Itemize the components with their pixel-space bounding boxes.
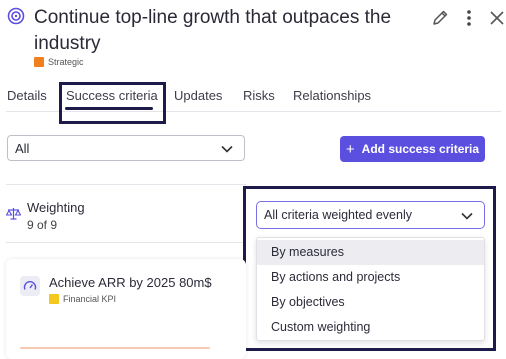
scale-icon	[6, 206, 21, 221]
criteria-tag-label: Financial KPI	[63, 294, 117, 304]
page-title: Continue top-line growth that outpaces t…	[34, 7, 392, 54]
category-tag-label: Strategic	[48, 57, 84, 67]
add-success-criteria-label: Add success criteria	[361, 142, 480, 156]
kpi-color-swatch	[49, 294, 59, 304]
tab-updates[interactable]: Updates	[174, 88, 222, 103]
tab-details[interactable]: Details	[7, 88, 47, 103]
target-icon	[7, 7, 25, 25]
highlight-frame-weighting	[243, 186, 496, 351]
tab-relationships[interactable]: Relationships	[293, 88, 371, 103]
section-divider	[6, 242, 246, 243]
plus-icon: +	[345, 140, 355, 158]
highlight-frame-tab	[59, 82, 166, 124]
weighting-count: 9 of 9	[27, 218, 58, 232]
criteria-card[interactable]	[6, 259, 246, 359]
pencil-icon[interactable]	[430, 8, 450, 28]
category-tag: Strategic	[34, 56, 84, 68]
filter-select-value: All	[15, 141, 30, 156]
category-color-swatch	[34, 57, 44, 67]
criteria-progress-bar	[20, 347, 210, 349]
criteria-title: Achieve ARR by 2025 80m$	[49, 275, 212, 290]
gauge-icon	[20, 276, 40, 296]
section-divider	[6, 184, 246, 185]
criteria-tag: Financial KPI	[49, 293, 116, 305]
add-success-criteria-button[interactable]: + Add success criteria	[340, 136, 485, 162]
more-vertical-icon[interactable]	[459, 8, 479, 28]
close-icon[interactable]	[487, 8, 506, 28]
weighting-label: Weighting	[27, 200, 85, 215]
filter-select[interactable]: All	[7, 135, 245, 161]
tab-risks[interactable]: Risks	[243, 88, 275, 103]
chevron-down-icon	[220, 142, 234, 161]
